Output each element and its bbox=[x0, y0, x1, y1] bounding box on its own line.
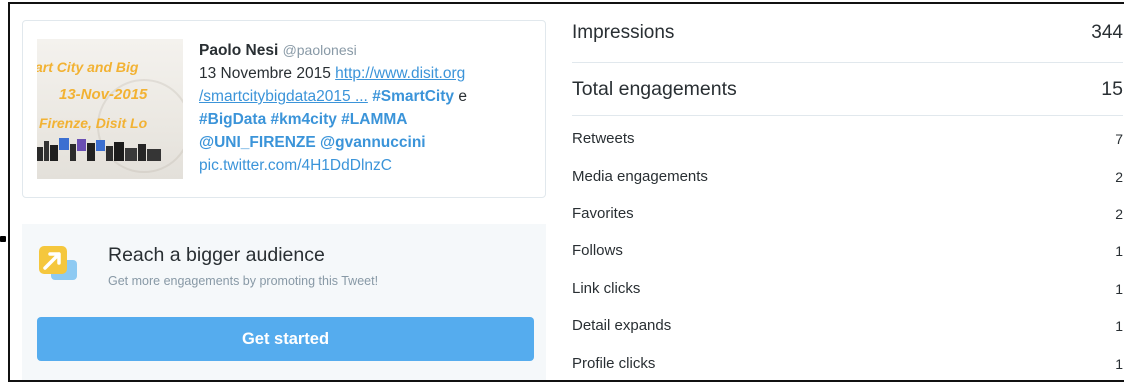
mention-uni-firenze[interactable]: @UNI_FIRENZE bbox=[199, 134, 316, 151]
metric-value: 1 bbox=[1115, 242, 1123, 259]
impressions-row: Impressions 344 bbox=[572, 22, 1123, 44]
bullet-marker bbox=[0, 236, 6, 242]
impressions-value: 344 bbox=[1091, 22, 1123, 43]
skyline-logos-icon bbox=[37, 138, 161, 161]
total-engagements-row: Total engagements 15 bbox=[572, 78, 1123, 101]
metric-row-detail-expands: Detail expands 1 bbox=[572, 317, 1123, 334]
metric-label: Media engagements bbox=[572, 168, 708, 185]
metric-label: Profile clicks bbox=[572, 355, 656, 372]
metric-value: 1 bbox=[1115, 280, 1123, 297]
get-started-button[interactable]: Get started bbox=[37, 317, 534, 361]
metrics-panel: Impressions 344 Total engagements 15 Ret… bbox=[572, 0, 1125, 384]
metric-value: 2 bbox=[1115, 168, 1123, 185]
tweet-line-5: pic.twitter.com/4H1DdDlnzC bbox=[199, 154, 539, 177]
thumbnail-text-line2: 13-Nov-2015 bbox=[59, 86, 148, 103]
tweet-line-4: @UNI_FIRENZE @gvannuccini bbox=[199, 131, 539, 154]
metric-value: 7 bbox=[1115, 130, 1123, 147]
metric-label: Link clicks bbox=[572, 280, 641, 297]
metric-label: Detail expands bbox=[572, 317, 672, 334]
promote-title: Reach a bigger audience bbox=[108, 244, 325, 266]
divider bbox=[572, 62, 1123, 63]
promote-panel: Reach a bigger audience Get more engagem… bbox=[22, 224, 546, 380]
hashtag-km4city[interactable]: #km4city bbox=[271, 111, 337, 128]
hashtag-bigdata[interactable]: #BigData bbox=[199, 111, 266, 128]
total-engagements-value: 15 bbox=[1101, 78, 1123, 100]
hashtag-lamma[interactable]: #LAMMA bbox=[341, 111, 407, 128]
mention-gvannuccini[interactable]: @gvannuccini bbox=[320, 134, 426, 151]
metric-label: Favorites bbox=[572, 205, 634, 222]
thumbnail-text-line1: art City and Big bbox=[37, 59, 139, 75]
metric-label: Retweets bbox=[572, 130, 635, 147]
tweet-media-thumbnail[interactable]: art City and Big 13-Nov-2015 Firenze, Di… bbox=[37, 39, 183, 179]
metric-value: 1 bbox=[1115, 317, 1123, 334]
total-engagements-label: Total engagements bbox=[572, 78, 737, 100]
promote-arrow-icon bbox=[39, 246, 77, 280]
metric-value: 2 bbox=[1115, 205, 1123, 222]
author-handle[interactable]: @paolonesi bbox=[283, 42, 357, 58]
tweet-card[interactable]: art City and Big 13-Nov-2015 Firenze, Di… bbox=[22, 20, 546, 198]
metric-row-media-engagements: Media engagements 2 bbox=[572, 168, 1123, 185]
divider bbox=[572, 115, 1123, 116]
impressions-label: Impressions bbox=[572, 22, 675, 43]
metric-row-follows: Follows 1 bbox=[572, 242, 1123, 259]
tweet-date-text: 13 Novembre 2015 bbox=[199, 65, 331, 82]
tweet-header: Paolo Nesi @paolonesi bbox=[199, 39, 539, 62]
tweet-line-1: 13 Novembre 2015 http://www.disit.org bbox=[199, 62, 539, 85]
metric-value: 1 bbox=[1115, 355, 1123, 372]
tweet-url-part1[interactable]: http://www.disit.org bbox=[335, 65, 465, 82]
metric-row-link-clicks: Link clicks 1 bbox=[572, 280, 1123, 297]
metric-row-profile-clicks: Profile clicks 1 bbox=[572, 355, 1123, 372]
tweet-conjunction: e bbox=[454, 88, 467, 105]
tweet-line-2: /smartcitybigdata2015 ... #SmartCity e bbox=[199, 85, 539, 108]
author-name[interactable]: Paolo Nesi bbox=[199, 42, 278, 59]
tweet-pic-link[interactable]: pic.twitter.com/4H1DdDlnzC bbox=[199, 157, 392, 174]
promote-subtitle: Get more engagements by promoting this T… bbox=[108, 274, 379, 288]
hashtag-smartcity[interactable]: #SmartCity bbox=[372, 88, 454, 105]
metric-label: Follows bbox=[572, 242, 623, 259]
metric-row-retweets: Retweets 7 bbox=[572, 130, 1123, 147]
metric-row-favorites: Favorites 2 bbox=[572, 205, 1123, 222]
tweet-line-3: #BigData #km4city #LAMMA bbox=[199, 108, 539, 131]
tweet-url-part2[interactable]: /smartcitybigdata2015 ... bbox=[199, 88, 368, 105]
thumbnail-text-line3: Firenze, Disit Lo bbox=[39, 115, 148, 131]
tweet-text: Paolo Nesi @paolonesi 13 Novembre 2015 h… bbox=[199, 39, 539, 177]
